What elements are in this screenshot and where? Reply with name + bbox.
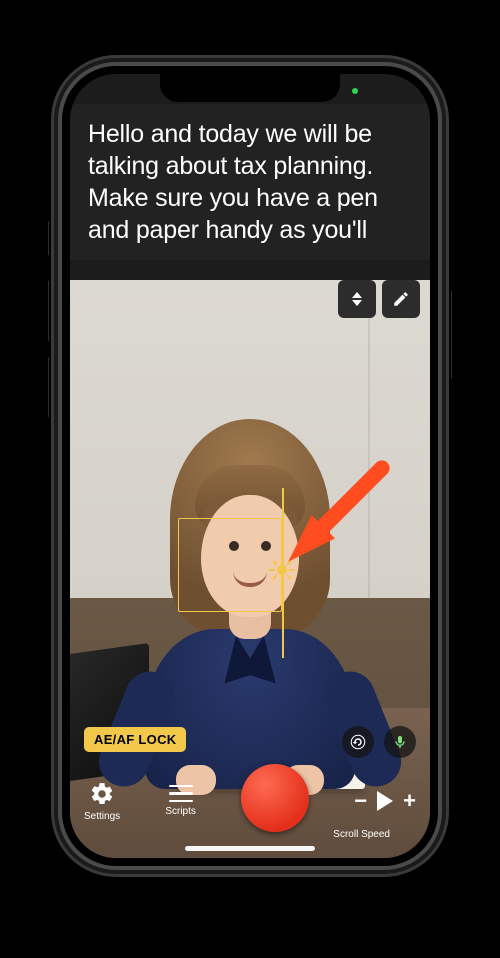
teleprompter-text[interactable]: Hello and today we will be talking about… <box>70 104 430 260</box>
microphone-button[interactable] <box>384 726 416 758</box>
scroll-speed-label: Scroll Speed <box>333 829 390 840</box>
pencil-icon <box>392 290 410 308</box>
recording-indicator-dot <box>352 88 358 94</box>
scroll-updown-icon <box>352 292 362 306</box>
screen: Hello and today we will be talking about… <box>70 74 430 858</box>
settings-label: Settings <box>84 811 120 822</box>
notch <box>160 74 340 102</box>
device-frame: Hello and today we will be talking about… <box>62 66 438 866</box>
switch-camera-icon <box>349 733 367 751</box>
volume-mute-switch <box>48 220 53 256</box>
aeaf-lock-badge: AE/AF LOCK <box>84 727 186 752</box>
record-button[interactable] <box>241 764 309 832</box>
microphone-icon <box>392 734 408 750</box>
edit-script-button[interactable] <box>382 280 420 318</box>
speed-decrease-button[interactable]: − <box>354 788 367 814</box>
camera-floating-controls <box>342 726 416 758</box>
scroll-updown-button[interactable] <box>338 280 376 318</box>
volume-up-button <box>48 280 53 342</box>
scripts-button[interactable]: Scripts <box>165 785 196 818</box>
switch-camera-button[interactable] <box>342 726 374 758</box>
scroll-speed-control: − + <box>354 788 416 814</box>
settings-button[interactable]: Settings <box>84 781 120 822</box>
camera-viewfinder[interactable]: AE/AF LOCK <box>70 280 430 858</box>
power-button <box>447 290 452 380</box>
speed-increase-button[interactable]: + <box>403 788 416 814</box>
arrow-down-left-icon <box>270 450 400 580</box>
menu-icon <box>169 785 193 803</box>
focus-exposure-box[interactable] <box>178 518 282 612</box>
volume-down-button <box>48 356 53 418</box>
bottom-toolbar: Settings Scripts − + <box>70 762 430 858</box>
play-button[interactable] <box>377 791 393 811</box>
scripts-label: Scripts <box>165 806 196 817</box>
gear-icon <box>89 781 115 807</box>
teleprompter-controls <box>338 280 420 318</box>
home-indicator[interactable] <box>185 846 315 851</box>
